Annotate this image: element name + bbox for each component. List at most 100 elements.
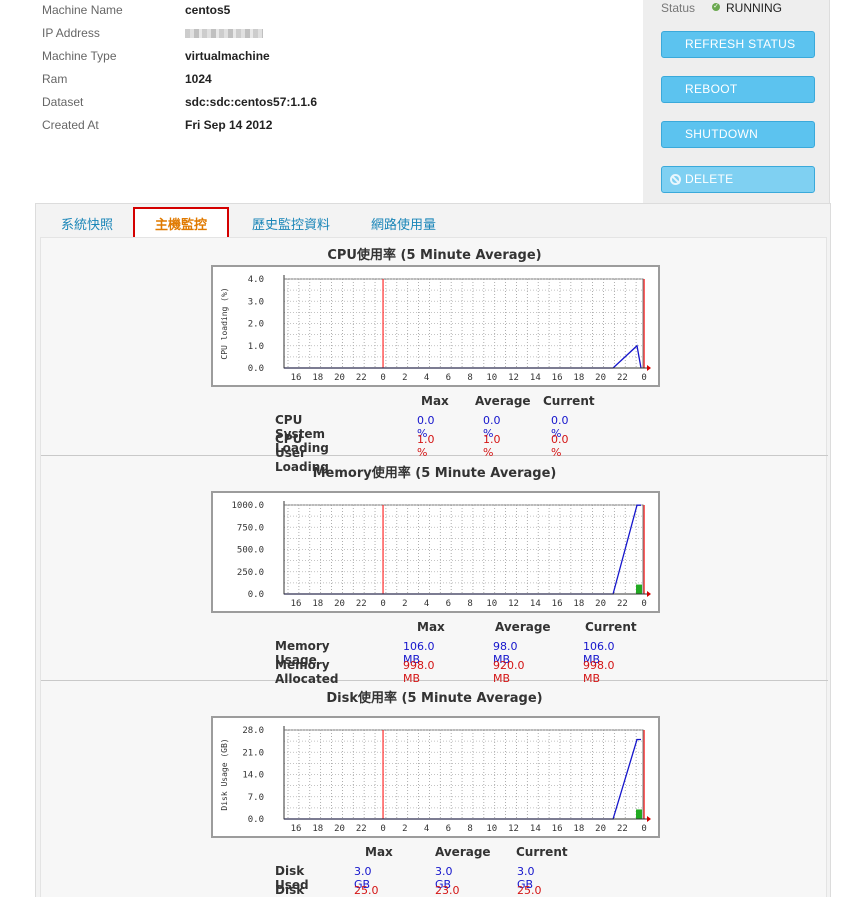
- info-row-created-at: Created At Fri Sep 14 2012: [42, 118, 442, 136]
- x-tick-label: 0: [380, 599, 385, 609]
- y-tick-label: 3.0: [248, 297, 264, 307]
- disk-total-max: 25.0 GB: [354, 884, 379, 897]
- x-tick-label: 8: [467, 373, 472, 383]
- info-row-ip-address: IP Address: [42, 26, 442, 44]
- x-tick-label: 6: [446, 599, 451, 609]
- x-tick-label: 22: [356, 599, 367, 609]
- x-tick-label: 2: [402, 824, 407, 834]
- tab-host-monitor[interactable]: 主機監控: [133, 207, 230, 240]
- machine-type-value: virtualmachine: [185, 49, 270, 63]
- ram-value: 1024: [185, 72, 212, 86]
- y-tick-label: 28.0: [242, 726, 264, 736]
- plot-area: [283, 729, 644, 820]
- disk-total-label: Disk Total: [275, 883, 305, 897]
- stat-header-average: Average: [475, 394, 531, 408]
- plot-area: [283, 278, 644, 369]
- info-row-ram: Ram 1024: [42, 72, 442, 90]
- x-tick-label: 16: [552, 599, 563, 609]
- delete-button-label: DELETE: [685, 172, 734, 186]
- dataset-value: sdc:sdc:centos57:1.1.6: [185, 95, 318, 109]
- x-tick-label: 20: [595, 824, 606, 834]
- cpu-chart: 0.0 1.0 2.0 3.0 4.0 16 18 20 22 0 2 4 6 8 10 12 14 16 18 20…: [211, 265, 660, 387]
- stat-header-average: Average: [435, 845, 491, 859]
- y-tick-label: 1000.0: [231, 501, 264, 511]
- x-tick-label: 0: [380, 824, 385, 834]
- x-tick-label: 20: [595, 373, 606, 383]
- machine-name-value: centos5: [185, 3, 231, 17]
- x-tick-label: 4: [424, 373, 429, 383]
- stat-header-average: Average: [495, 620, 551, 634]
- y-tick-label: 21.0: [242, 748, 264, 758]
- tab-network-usage[interactable]: 網路使用量: [371, 214, 436, 233]
- x-tick-label: 10: [486, 373, 497, 383]
- disk-chart-svg: 0.0 7.0 14.0 21.0 28.0 16 18 20 22 0 2 4 6 8 10 12 14 16 1…: [220, 726, 651, 834]
- x-tick-label: 4: [424, 599, 429, 609]
- ban-icon: [670, 174, 681, 185]
- reboot-button[interactable]: REBOOT: [661, 76, 815, 103]
- x-tick-label: 0: [641, 373, 646, 383]
- disk-total-average: 23.0 GB: [435, 884, 460, 897]
- refresh-status-button[interactable]: REFRESH STATUS: [661, 31, 815, 58]
- delete-button[interactable]: DELETE: [661, 166, 815, 193]
- x-tick-label: 2: [402, 599, 407, 609]
- x-tick-label: 6: [446, 824, 451, 834]
- tab-system-snapshot[interactable]: 系統快照: [61, 214, 113, 233]
- x-tick-label: 14: [530, 824, 541, 834]
- y-axis-label: CPU loading (%): [220, 287, 229, 359]
- check-circle-icon: ✓: [712, 3, 720, 11]
- y-tick-label: 14.0: [242, 771, 264, 781]
- x-tick-label: 10: [486, 599, 497, 609]
- x-tick-label: 22: [617, 599, 628, 609]
- actions-panel: Status ✓ RUNNING REFRESH STATUS REBOOT S…: [643, 0, 830, 203]
- created-at-value: Fri Sep 14 2012: [185, 118, 273, 132]
- y-tick-label: 7.0: [248, 793, 264, 803]
- x-tick-label: 8: [467, 599, 472, 609]
- x-tick-label: 12: [508, 373, 519, 383]
- info-row-machine-type: Machine Type virtualmachine: [42, 49, 442, 67]
- x-tick-label: 18: [573, 599, 584, 609]
- x-tick-label: 0: [641, 824, 646, 834]
- x-tick-label: 20: [334, 373, 345, 383]
- stat-header-max: Max: [421, 394, 449, 408]
- info-label: Machine Type: [42, 49, 117, 63]
- x-tick-label: 16: [291, 373, 302, 383]
- disk-section: Disk使用率 (5 Minute Average) 0.0 7.0 14.0 21.…: [41, 681, 828, 897]
- x-tick-label: 8: [467, 824, 472, 834]
- x-tick-label: 16: [552, 824, 563, 834]
- x-tick-label: 22: [356, 824, 367, 834]
- x-tick-label: 16: [291, 599, 302, 609]
- x-tick-label: 12: [508, 824, 519, 834]
- x-tick-label: 20: [334, 824, 345, 834]
- status-label: Status: [661, 1, 696, 15]
- ip-address-redacted: [185, 29, 263, 38]
- x-axis-arrow: [647, 591, 651, 597]
- x-tick-label: 0: [641, 599, 646, 609]
- disk-total-current: 25.0 GB: [517, 884, 542, 897]
- x-tick-label: 12: [508, 599, 519, 609]
- x-tick-label: 22: [356, 373, 367, 383]
- x-tick-label: 18: [312, 824, 323, 834]
- y-tick-label: 2.0: [248, 320, 264, 330]
- info-label: IP Address: [42, 26, 100, 40]
- plot-area: [283, 504, 644, 595]
- shutdown-button[interactable]: SHUTDOWN: [661, 121, 815, 148]
- cpu-chart-svg: 0.0 1.0 2.0 3.0 4.0 16 18 20 22 0 2 4 6 8 10 12 14 16 18 20…: [220, 275, 651, 383]
- disk-chart-title: Disk使用率 (5 Minute Average): [326, 691, 543, 706]
- stat-header-max: Max: [417, 620, 445, 634]
- stat-header-max: Max: [365, 845, 393, 859]
- x-tick-label: 10: [486, 824, 497, 834]
- cpu-section: CPU使用率 (5 Minute Average) 0.0 1.0 2.0 3.0 4.…: [41, 238, 828, 474]
- x-tick-label: 20: [595, 599, 606, 609]
- stat-header-current: Current: [585, 620, 637, 634]
- x-tick-label: 14: [530, 373, 541, 383]
- memory-chart-title: Memory使用率 (5 Minute Average): [312, 466, 557, 481]
- y-tick-label: 0.0: [248, 364, 264, 374]
- x-tick-label: 6: [446, 373, 451, 383]
- x-tick-label: 18: [573, 824, 584, 834]
- x-axis-arrow: [647, 365, 651, 371]
- x-tick-label: 20: [334, 599, 345, 609]
- x-tick-label: 18: [312, 373, 323, 383]
- y-tick-label: 0.0: [248, 815, 264, 825]
- tab-history-monitor[interactable]: 歷史監控資料: [252, 214, 330, 233]
- series-area: [636, 809, 642, 819]
